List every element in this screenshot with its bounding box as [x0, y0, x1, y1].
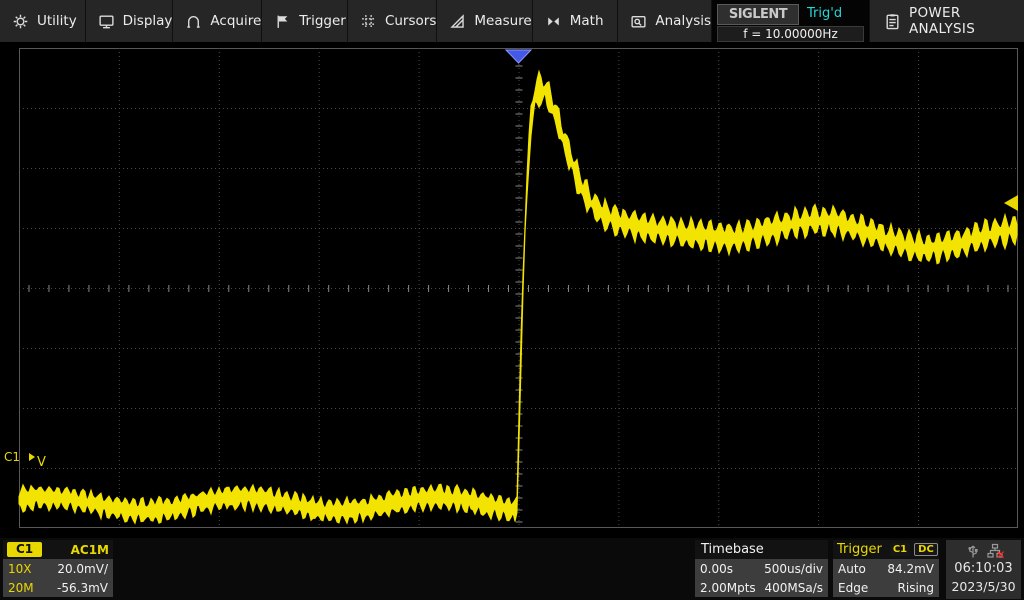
system-status-tile[interactable]: ✕ 06:10:03 2023/5/30 [946, 540, 1021, 599]
menu-label: Math [570, 13, 604, 29]
frequency-counter: f = 10.00000Hz [717, 26, 864, 42]
menu-label: Trigger [299, 13, 346, 29]
oscilloscope-screen: Utility Display Acquire [0, 0, 1024, 600]
waveform-display[interactable]: C1 V [0, 42, 1024, 538]
bottom-status-bar: C1 AC1M 10X 20.0mV/ 20M -56.3mV Timebase… [0, 538, 1024, 600]
menu-group: Utility Display Acquire [0, 0, 711, 42]
timebase-scale: 500us/div [764, 562, 823, 576]
clock-date: 2023/5/30 [951, 578, 1015, 595]
gear-icon [12, 13, 29, 30]
trigger-type: Edge [838, 581, 868, 595]
menu-item-analysis[interactable]: Analysis [617, 0, 711, 42]
analysis-icon [630, 13, 647, 30]
menu-item-utility[interactable]: Utility [0, 0, 85, 42]
power-analysis-icon [884, 13, 901, 30]
menu-label: Cursors [385, 13, 436, 29]
svg-text:C1: C1 [4, 450, 20, 464]
menu-item-trigger[interactable]: Trigger [261, 0, 347, 42]
menu-label: Measure [474, 13, 531, 29]
menu-item-display[interactable]: Display [85, 0, 173, 42]
timebase-title: Timebase [695, 540, 828, 559]
trigger-status-badge: Trig'd [807, 6, 842, 21]
channel1-offset-marker[interactable]: C1 V [4, 450, 46, 470]
acquire-icon [185, 13, 202, 30]
menu-item-cursors[interactable]: Cursors [347, 0, 436, 42]
timebase-memory: 2.00Mpts [700, 581, 756, 595]
display-icon [98, 13, 115, 30]
channel1-bandwidth: 20M [8, 581, 34, 595]
trigger-level-marker[interactable] [1004, 195, 1018, 211]
trigger-position-marker[interactable] [506, 50, 531, 63]
menu-item-acquire[interactable]: Acquire [172, 0, 261, 42]
timebase-delay: 0.00s [700, 562, 733, 576]
channel1-scale: 20.0mV/ [57, 562, 108, 576]
lan-disconnected-icon: ✕ [995, 548, 1005, 562]
menu-label: Analysis [655, 13, 711, 29]
menu-label: Display [123, 13, 173, 29]
svg-text:V: V [37, 455, 46, 470]
lan-icon: ✕ [987, 543, 1003, 559]
measure-icon [449, 13, 466, 30]
siglent-logo: SIGLENT [717, 4, 799, 25]
trigger-level: 84.2mV [887, 562, 934, 576]
timebase-samplerate: 400MSa/s [764, 581, 823, 595]
channel1-trace [19, 71, 1017, 523]
trigger-coupling-badge: DC [914, 543, 938, 556]
menu-item-power-analysis[interactable]: POWER ANALYSIS [869, 0, 1024, 42]
trigger-title: Trigger [837, 542, 882, 557]
timebase-tile[interactable]: Timebase 0.00s 500us/div 2.00Mpts 400MSa… [695, 540, 828, 597]
channel1-coupling: AC1M [71, 543, 109, 557]
menu-label: Acquire [210, 13, 261, 29]
menu-label: Utility [37, 13, 77, 29]
brand-status-tile: SIGLENT Trig'd f = 10.00000Hz [711, 0, 869, 42]
top-menu-bar: Utility Display Acquire [0, 0, 1024, 42]
menu-item-measure[interactable]: Measure [436, 0, 531, 42]
math-icon [545, 13, 562, 30]
cursors-icon [360, 13, 377, 30]
channel1-badge[interactable]: C1 [7, 542, 42, 557]
trigger-tile[interactable]: Trigger C1 DC Auto 84.2mV Edge Rising [833, 540, 939, 597]
menu-item-math[interactable]: Math [532, 0, 618, 42]
usb-icon [965, 543, 981, 559]
trigger-slope: Rising [898, 581, 934, 595]
channel1-offset: -56.3mV [57, 581, 108, 595]
power-analysis-label: POWER ANALYSIS [909, 5, 1024, 37]
trigger-flag-icon [274, 13, 291, 30]
clock-time: 06:10:03 [954, 560, 1012, 578]
channel1-tile[interactable]: C1 AC1M 10X 20.0mV/ 20M -56.3mV [3, 540, 113, 597]
trigger-source-badge: C1 [890, 543, 910, 556]
trigger-mode: Auto [838, 562, 866, 576]
channel1-probe: 10X [8, 562, 32, 576]
